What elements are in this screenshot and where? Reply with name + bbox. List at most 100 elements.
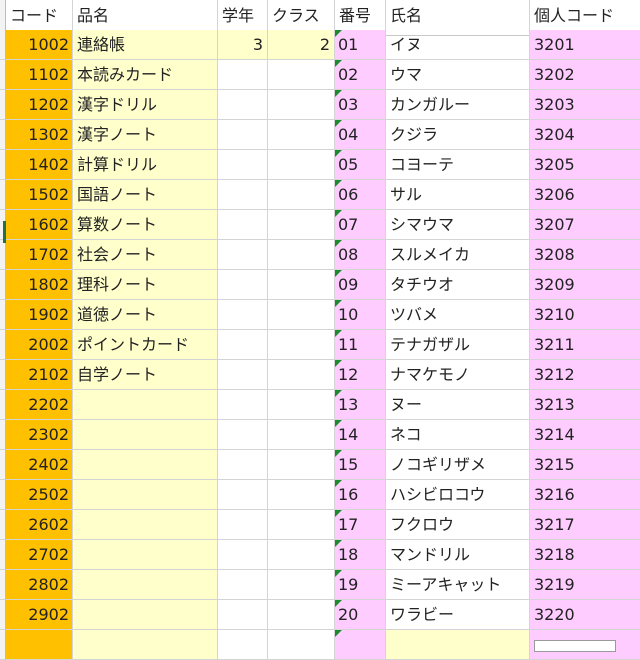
- cell-class[interactable]: [268, 330, 335, 360]
- cell-name[interactable]: ノコギリザメ: [386, 450, 530, 480]
- cell-item[interactable]: [73, 390, 218, 420]
- cell-name[interactable]: カンガルー: [386, 90, 530, 120]
- cell-empty[interactable]: [73, 630, 218, 660]
- cell-grade[interactable]: [218, 270, 268, 300]
- cell-grade[interactable]: [218, 120, 268, 150]
- cell-code[interactable]: 2602: [6, 510, 73, 540]
- cell-number[interactable]: 14: [335, 420, 386, 450]
- cell-name[interactable]: ヌー: [386, 390, 530, 420]
- cell-empty[interactable]: [6, 630, 73, 660]
- cell-personal-code[interactable]: 3220: [530, 600, 640, 630]
- cell-code[interactable]: 1902: [6, 300, 73, 330]
- cell-empty[interactable]: [218, 630, 268, 660]
- cell-personal-code[interactable]: 3208: [530, 240, 640, 270]
- cell-class[interactable]: [268, 60, 335, 90]
- cell-number[interactable]: 20: [335, 600, 386, 630]
- cell-code[interactable]: 2102: [6, 360, 73, 390]
- cell-grade[interactable]: [218, 450, 268, 480]
- cell-grade[interactable]: [218, 150, 268, 180]
- cell-personal-code[interactable]: 3215: [530, 450, 640, 480]
- cell-grade[interactable]: [218, 510, 268, 540]
- cell-name[interactable]: テナガザル: [386, 330, 530, 360]
- cell-item[interactable]: [73, 600, 218, 630]
- cell-item[interactable]: [73, 450, 218, 480]
- cell-code[interactable]: 1102: [6, 60, 73, 90]
- cell-name[interactable]: マンドリル: [386, 540, 530, 570]
- cell-code[interactable]: 1302: [6, 120, 73, 150]
- cell-code[interactable]: 2502: [6, 480, 73, 510]
- cell-code[interactable]: 1602: [6, 210, 73, 240]
- cell-number[interactable]: 07: [335, 210, 386, 240]
- cell-empty[interactable]: [335, 630, 386, 660]
- cell-class[interactable]: [268, 120, 335, 150]
- cell-class[interactable]: [268, 540, 335, 570]
- cell-name[interactable]: スルメイカ: [386, 240, 530, 270]
- cell-class[interactable]: [268, 270, 335, 300]
- cell-personal-code[interactable]: 3203: [530, 90, 640, 120]
- cell-grade[interactable]: [218, 540, 268, 570]
- cell-personal-code[interactable]: 3207: [530, 210, 640, 240]
- cell-personal-code[interactable]: 3214: [530, 420, 640, 450]
- cell-grade[interactable]: [218, 300, 268, 330]
- cell-grade[interactable]: 3: [218, 30, 268, 60]
- cell-item[interactable]: [73, 570, 218, 600]
- cell-class[interactable]: [268, 300, 335, 330]
- cell-grade[interactable]: [218, 420, 268, 450]
- cell-grade[interactable]: [218, 180, 268, 210]
- cell-personal-code[interactable]: 3218: [530, 540, 640, 570]
- cell-grade[interactable]: [218, 210, 268, 240]
- cell-class[interactable]: [268, 570, 335, 600]
- cell-grade[interactable]: [218, 570, 268, 600]
- cell-code[interactable]: 2702: [6, 540, 73, 570]
- cell-number[interactable]: 02: [335, 60, 386, 90]
- cell-code[interactable]: 1002: [6, 30, 73, 60]
- cell-item[interactable]: [73, 540, 218, 570]
- cell-class[interactable]: [268, 90, 335, 120]
- cell-grade[interactable]: [218, 240, 268, 270]
- cell-number[interactable]: 05: [335, 150, 386, 180]
- cell-personal-code[interactable]: 3217: [530, 510, 640, 540]
- cell-grade[interactable]: [218, 60, 268, 90]
- cell-item[interactable]: [73, 510, 218, 540]
- cell-code[interactable]: 2902: [6, 600, 73, 630]
- cell-code[interactable]: 2802: [6, 570, 73, 600]
- cell-grade[interactable]: [218, 360, 268, 390]
- cell-item[interactable]: 国語ノート: [73, 180, 218, 210]
- cell-class[interactable]: [268, 450, 335, 480]
- cell-number[interactable]: 16: [335, 480, 386, 510]
- cell-item[interactable]: 社会ノート: [73, 240, 218, 270]
- cell-name[interactable]: ワラビー: [386, 600, 530, 630]
- cell-item[interactable]: 漢字ノート: [73, 120, 218, 150]
- cell-code[interactable]: 1702: [6, 240, 73, 270]
- cell-class[interactable]: [268, 180, 335, 210]
- cell-class[interactable]: [268, 360, 335, 390]
- cell-grade[interactable]: [218, 330, 268, 360]
- cell-empty[interactable]: [268, 630, 335, 660]
- cell-item[interactable]: 理科ノート: [73, 270, 218, 300]
- cell-item[interactable]: 自学ノート: [73, 360, 218, 390]
- cell-number[interactable]: 17: [335, 510, 386, 540]
- cell-grade[interactable]: [218, 600, 268, 630]
- cell-number[interactable]: 12: [335, 360, 386, 390]
- cell-edit-box[interactable]: [534, 640, 616, 652]
- cell-grade[interactable]: [218, 90, 268, 120]
- cell-name[interactable]: ネコ: [386, 420, 530, 450]
- cell-grade[interactable]: [218, 390, 268, 420]
- cell-class[interactable]: 2: [268, 30, 335, 60]
- cell-code[interactable]: 2302: [6, 420, 73, 450]
- cell-name[interactable]: ツバメ: [386, 300, 530, 330]
- cell-personal-code[interactable]: 3204: [530, 120, 640, 150]
- cell-class[interactable]: [268, 510, 335, 540]
- cell-class[interactable]: [268, 150, 335, 180]
- cell-item[interactable]: [73, 480, 218, 510]
- cell-code[interactable]: 2002: [6, 330, 73, 360]
- cell-personal-code[interactable]: 3216: [530, 480, 640, 510]
- cell-code[interactable]: 1202: [6, 90, 73, 120]
- cell-name[interactable]: サル: [386, 180, 530, 210]
- cell-personal-code[interactable]: 3201: [530, 30, 640, 60]
- cell-name[interactable]: クジラ: [386, 120, 530, 150]
- cell-empty[interactable]: [386, 630, 530, 660]
- cell-name[interactable]: コヨーテ: [386, 150, 530, 180]
- cell-item[interactable]: 算数ノート: [73, 210, 218, 240]
- cell-number[interactable]: 09: [335, 270, 386, 300]
